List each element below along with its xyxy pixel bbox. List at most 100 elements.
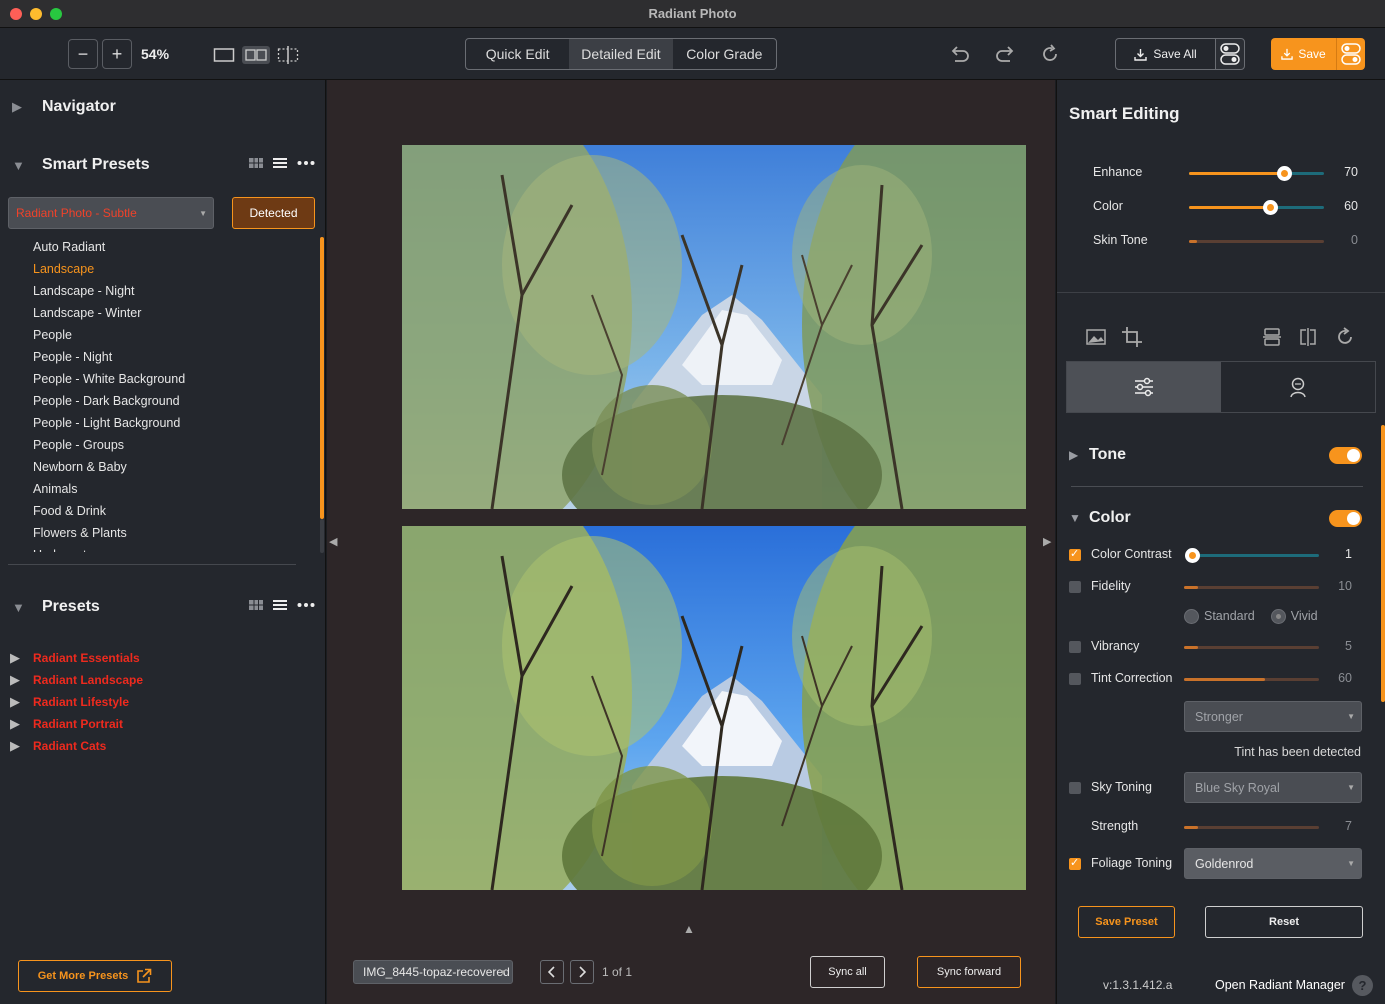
tint-strength-dropdown[interactable]: Stronger ▼ [1184,701,1362,732]
vivid-radio[interactable]: Vivid [1270,609,1318,625]
expand-filmstrip-icon[interactable]: ▲ [683,922,695,936]
sky-toning-checkbox[interactable] [1069,782,1081,794]
navigator-header[interactable]: ▶ Navigator [0,98,116,116]
smart-preset-dropdown[interactable]: Radiant Photo - Subtle ▼ [8,197,214,229]
list-item[interactable]: Food & Drink [33,500,303,522]
collapse-right-panel-icon[interactable]: ▶ [1043,535,1051,548]
folder-label: Radiant Lifestyle [33,695,130,709]
tab-quick-edit[interactable]: Quick Edit [466,39,569,69]
before-image[interactable] [402,145,1026,509]
list-item[interactable]: People - Dark Background [33,390,303,412]
detected-button[interactable]: Detected [232,197,315,229]
tab-detailed-edit[interactable]: Detailed Edit [569,39,673,69]
next-image-button[interactable] [570,960,594,984]
tab-adjustments[interactable] [1067,362,1221,412]
close-window-button[interactable] [10,8,22,20]
flip-vertical-icon[interactable] [1261,326,1283,348]
more-options-icon[interactable] [297,599,315,611]
tab-color-grade[interactable]: Color Grade [673,39,776,69]
flip-horizontal-icon[interactable] [1297,326,1319,348]
preset-folder[interactable]: ▶ Radiant Essentials [10,647,143,669]
compare-view-icon[interactable] [277,46,299,64]
color-group-header[interactable]: ▼ Color [1069,509,1131,527]
crop-icon[interactable] [1121,326,1143,348]
tone-toggle[interactable] [1329,447,1362,464]
more-options-icon[interactable] [297,157,315,169]
strength-slider[interactable]: Strength 7 [1057,817,1385,837]
redo-icon[interactable] [994,43,1016,65]
fidelity-slider[interactable]: Fidelity 10 [1057,577,1385,597]
single-view-icon[interactable] [213,46,235,64]
slider-thumb[interactable] [1276,166,1292,181]
presets-header[interactable]: ▼ Presets [0,598,100,616]
sync-forward-button[interactable]: Sync forward [917,956,1021,988]
split-view-icon[interactable] [242,46,270,64]
color-slider[interactable]: Color 60 [1057,197,1385,217]
tab-portrait[interactable] [1221,362,1375,412]
list-item[interactable]: Landscape [33,258,303,280]
get-more-presets-button[interactable]: Get More Presets [18,960,172,992]
save-button[interactable]: Save [1271,38,1336,70]
external-link-icon [137,968,152,983]
list-view-icon[interactable] [273,599,287,611]
previous-image-button[interactable] [540,960,564,984]
list-item[interactable]: Auto Radiant [33,236,303,258]
zoom-out-button[interactable]: − [68,39,98,69]
skin-tone-slider[interactable]: Skin Tone 0 [1057,231,1385,251]
window-title: Radiant Photo [648,6,737,21]
list-item[interactable]: Newborn & Baby [33,456,303,478]
vibrancy-slider[interactable]: Vibrancy 5 [1057,637,1385,657]
reset-history-icon[interactable] [1039,43,1061,65]
list-item[interactable]: Animals [33,478,303,500]
sync-all-button[interactable]: Sync all [810,956,885,988]
collapse-left-panel-icon[interactable]: ◀ [329,535,337,548]
image-icon[interactable] [1085,326,1107,348]
slider-thumb[interactable] [1263,200,1278,215]
open-radiant-manager-link[interactable]: Open Radiant Manager [1215,978,1345,992]
undo-icon[interactable] [949,43,971,65]
list-item[interactable]: People [33,324,303,346]
sky-toning-dropdown[interactable]: Blue Sky Royal ▼ [1184,772,1362,803]
rotate-icon[interactable] [1334,326,1356,348]
save-preset-button[interactable]: Save Preset [1078,906,1175,938]
tint-correction-slider[interactable]: Tint Correction 60 [1057,669,1385,689]
save-options-button[interactable] [1336,38,1365,70]
slider-thumb[interactable] [1185,548,1201,563]
fidelity-mode-radio-group: Standard Vivid [1184,609,1318,625]
tone-group-header[interactable]: ▶ Tone [1069,446,1126,464]
list-item[interactable]: Landscape - Winter [33,302,303,324]
preset-folder[interactable]: ▶ Radiant Landscape [10,669,143,691]
zoom-window-button[interactable] [50,8,62,20]
minimize-window-button[interactable] [30,8,42,20]
file-dropdown[interactable]: IMG_8445-topaz-recovered ▼ [353,960,513,984]
right-panel-scrollbar[interactable] [1381,425,1385,702]
list-view-icon[interactable] [273,157,287,169]
slider-value: 70 [1344,165,1358,179]
standard-radio[interactable]: Standard [1184,609,1255,625]
grid-view-icon[interactable] [249,599,263,611]
list-item[interactable]: Landscape - Night [33,280,303,302]
save-all-options-button[interactable] [1215,38,1245,70]
reset-button[interactable]: Reset [1205,906,1363,938]
save-all-button[interactable]: Save All [1115,38,1216,70]
foliage-toning-dropdown[interactable]: Goldenrod ▼ [1184,848,1362,879]
list-item[interactable]: People - Night [33,346,303,368]
preset-folder[interactable]: ▶ Radiant Lifestyle [10,691,143,713]
color-toggle[interactable] [1329,510,1362,527]
list-item[interactable]: People - White Background [33,368,303,390]
enhance-slider[interactable]: Enhance 70 [1057,163,1385,183]
list-item[interactable]: People - Light Background [33,412,303,434]
smart-list-scrollbar[interactable] [320,237,324,519]
slider-fill [1189,172,1284,175]
list-item[interactable]: Underwater [33,544,303,552]
zoom-in-button[interactable]: + [102,39,132,69]
preset-folder[interactable]: ▶ Radiant Portrait [10,713,143,735]
color-contrast-slider[interactable]: Color Contrast 1 [1057,545,1385,565]
foliage-toning-checkbox[interactable] [1069,856,1081,870]
preset-folder[interactable]: ▶ Radiant Cats [10,735,143,757]
list-item[interactable]: People - Groups [33,434,303,456]
grid-view-icon[interactable] [249,157,263,169]
after-image[interactable] [402,526,1026,890]
help-icon[interactable]: ? [1352,975,1373,996]
list-item[interactable]: Flowers & Plants [33,522,303,544]
